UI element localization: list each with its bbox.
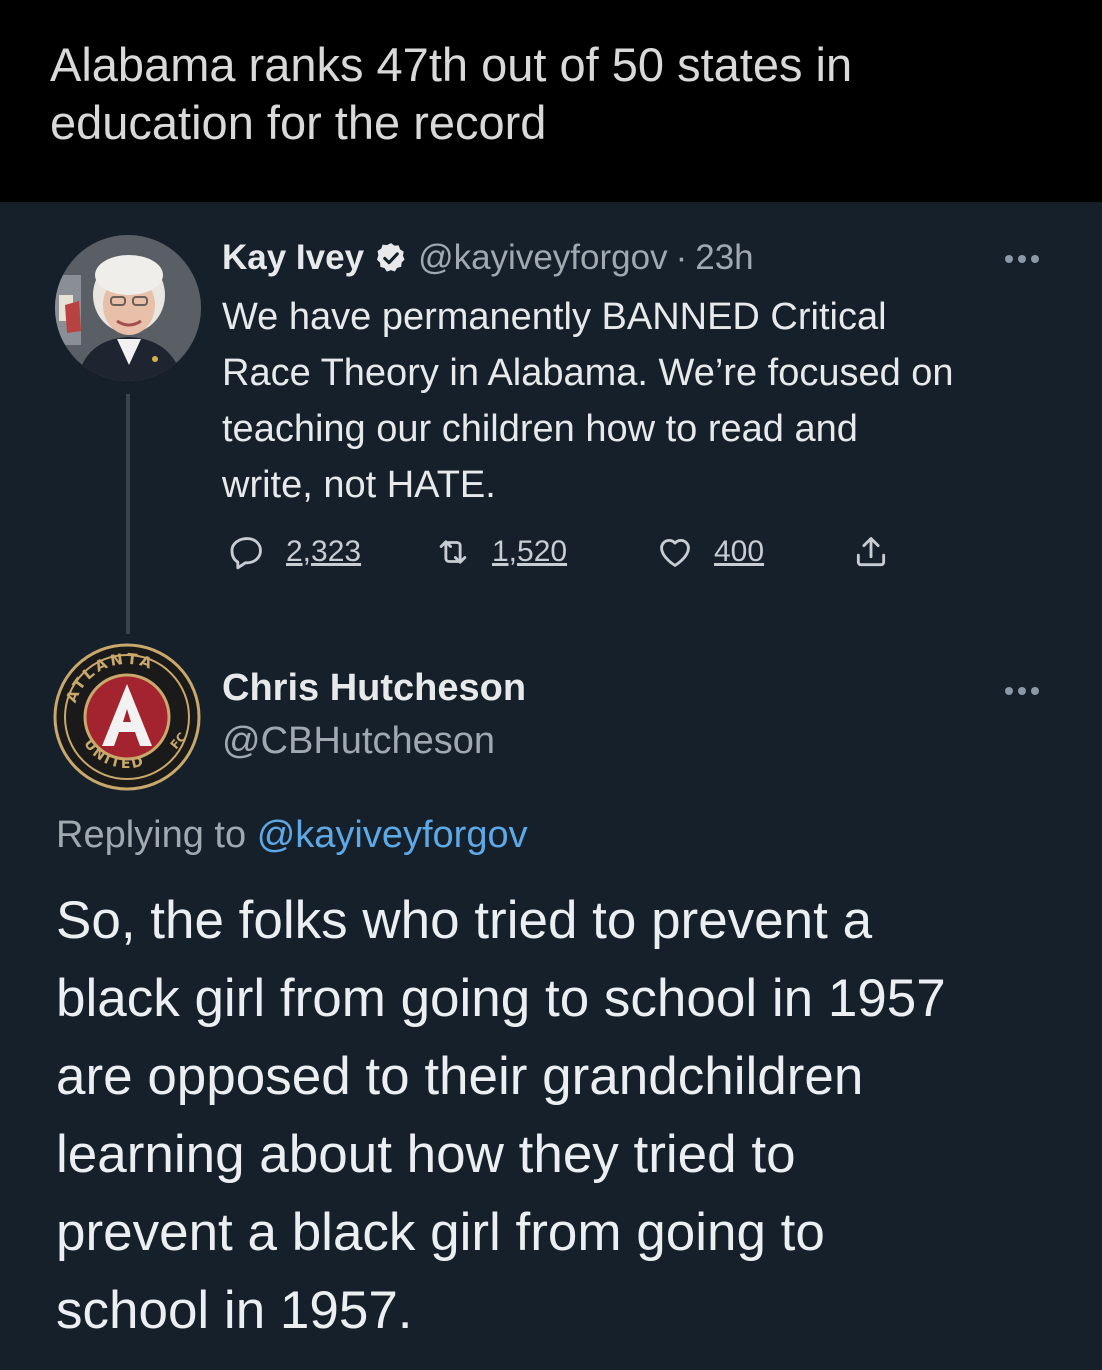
meta-separator: · <box>675 238 688 277</box>
author-handle[interactable]: @CBHutcheson <box>222 720 495 763</box>
more-icon[interactable] <box>1005 682 1051 696</box>
reply-text-line: black girl from going to school in 1957 <box>56 969 946 1028</box>
retweet-button[interactable]: 1,520 <box>434 530 567 574</box>
thread-connector-line <box>126 394 130 634</box>
caption-banner: Alabama ranks 47th out of 50 states in e… <box>0 0 1102 202</box>
replying-prefix: Replying to <box>56 814 247 856</box>
tweet-text-line: teaching our children how to read and <box>222 408 858 450</box>
reply-text-line: So, the folks who tried to prevent a <box>56 891 873 950</box>
more-icon[interactable] <box>1005 250 1051 264</box>
reply-icon <box>230 537 262 570</box>
reply-text: So, the folks who tried to prevent a bla… <box>56 882 1066 1350</box>
retweet-count[interactable]: 1,520 <box>492 535 567 569</box>
atlanta-united-logo: ATLANTA UNITED FC <box>53 643 201 791</box>
like-icon <box>660 538 690 567</box>
like-button[interactable]: 400 <box>656 530 764 574</box>
replying-handle-link[interactable]: @kayiveyforgov <box>257 814 528 856</box>
share-button[interactable] <box>852 530 890 574</box>
reply-text-line: school in 1957. <box>56 1281 413 1340</box>
reply-count[interactable]: 2,323 <box>286 535 361 569</box>
author-name[interactable]: Kay Ivey <box>222 238 364 278</box>
avatar[interactable] <box>55 235 201 381</box>
tweet-actions: 2,323 1,520 400 <box>222 530 982 574</box>
avatar[interactable]: ATLANTA UNITED FC <box>52 642 202 792</box>
retweet-icon <box>439 540 467 564</box>
verified-icon <box>374 241 408 275</box>
caption-line: Alabama ranks 47th out of 50 states in <box>50 38 853 91</box>
reply-text-line: prevent a black girl from going to <box>56 1203 825 1262</box>
profile-photo-kay-ivey <box>55 235 201 381</box>
timestamp[interactable]: 23h <box>695 238 753 278</box>
tweet-header: Kay Ivey @kayiveyforgov · 23h <box>222 236 754 280</box>
reply-text-line: learning about how they tried to <box>56 1125 796 1184</box>
tweet-text-line: Race Theory in Alabama. We’re focused on <box>222 352 954 394</box>
like-count[interactable]: 400 <box>714 535 764 569</box>
tweet-text-line: We have permanently BANNED Critical <box>222 296 887 338</box>
replying-to: Replying to @kayiveyforgov <box>56 814 528 857</box>
reply-button[interactable]: 2,323 <box>228 530 361 574</box>
author-handle[interactable]: @kayiveyforgov <box>418 238 668 278</box>
tweet-text-line: write, not HATE. <box>222 464 496 506</box>
reply-text-line: are opposed to their grandchildren <box>56 1047 864 1106</box>
author-name[interactable]: Chris Hutcheson <box>222 667 526 710</box>
caption-line: education for the record <box>50 96 547 149</box>
tweet-text: We have permanently BANNED Critical Race… <box>222 289 1062 513</box>
share-icon <box>856 537 886 567</box>
caption-text: Alabama ranks 47th out of 50 states in e… <box>50 36 1010 152</box>
tweet-thread: Kay Ivey @kayiveyforgov · 23h We have pe… <box>0 202 1102 1370</box>
